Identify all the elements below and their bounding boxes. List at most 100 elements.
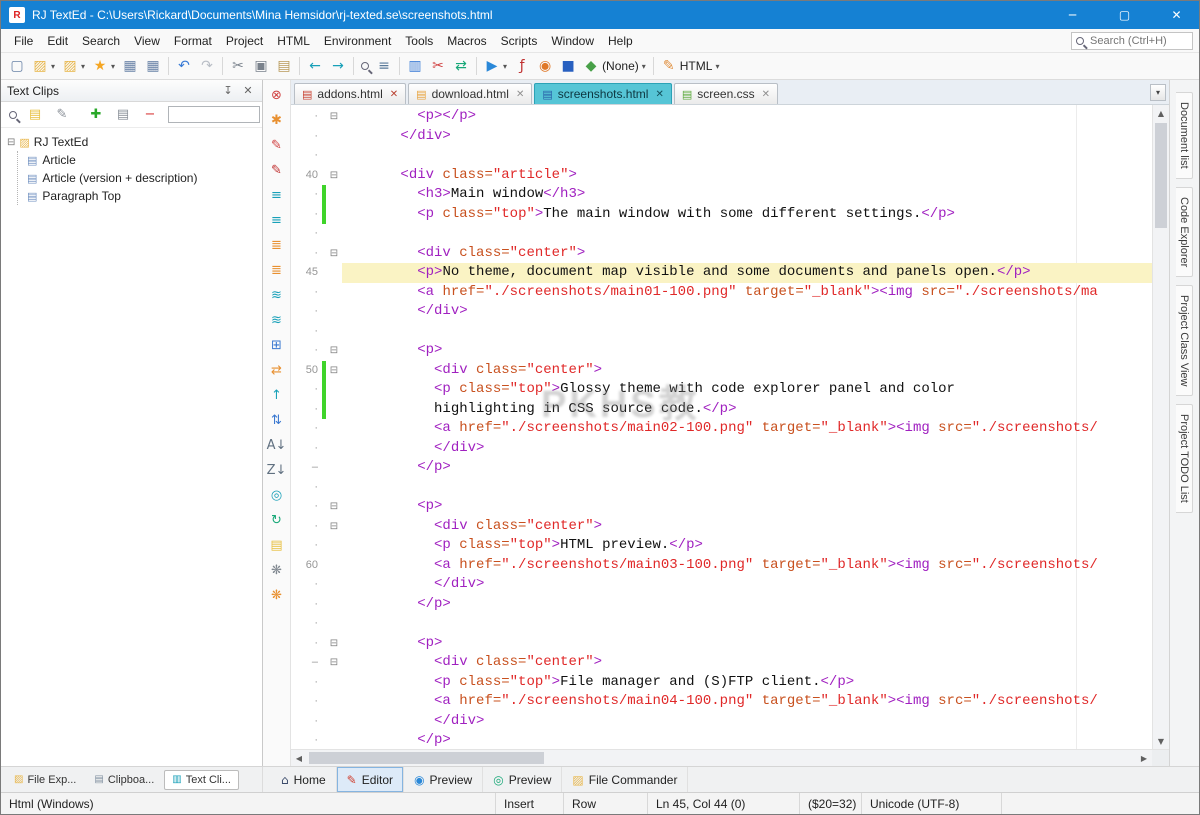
editor-line[interactable]: ·⊟ <p> bbox=[291, 341, 1152, 361]
editor-line[interactable]: –⊟ <div class="center"> bbox=[291, 653, 1152, 673]
menu-format[interactable]: Format bbox=[167, 31, 219, 51]
scroll-left-icon[interactable]: ◀ bbox=[291, 750, 307, 766]
navigate-forward-button[interactable]: → bbox=[327, 55, 349, 77]
vertical-scrollbar[interactable]: ▲ ▼ bbox=[1152, 105, 1169, 749]
edit-clip-text-button[interactable]: ▤ bbox=[111, 104, 135, 126]
menu-search[interactable]: Search bbox=[75, 31, 127, 51]
tab-addons.html[interactable]: ▤addons.html✕ bbox=[294, 83, 406, 104]
navigate-back-button[interactable]: ← bbox=[304, 55, 326, 77]
new-file-button[interactable]: ▢ bbox=[6, 55, 28, 77]
tree-item[interactable]: ▤Paragraph Top bbox=[27, 187, 256, 205]
unordered-list-icon[interactable]: ≣ bbox=[267, 260, 287, 280]
cut-button[interactable]: ✂ bbox=[227, 55, 249, 77]
editor-line[interactable]: · <a href="./screenshots/main02-100.png"… bbox=[291, 419, 1152, 439]
menu-environment[interactable]: Environment bbox=[317, 31, 398, 51]
delete-lines-button[interactable]: ✂ bbox=[427, 55, 449, 77]
tab-close-icon[interactable]: ✕ bbox=[762, 89, 770, 100]
pen-icon[interactable]: ✎ bbox=[267, 160, 287, 180]
panel-tab-textcli[interactable]: ▥Text Cli... bbox=[164, 770, 239, 790]
remove-clip-button[interactable]: − bbox=[138, 104, 162, 126]
editor-line[interactable]: 50⊟ <div class="center"> bbox=[291, 361, 1152, 381]
goto-line-button[interactable]: ≡ bbox=[373, 55, 395, 77]
editor-line[interactable]: · </div> bbox=[291, 439, 1152, 459]
swap-icon[interactable]: ⇄ bbox=[267, 360, 287, 380]
editor-line[interactable]: ·⊟ <p> bbox=[291, 497, 1152, 517]
view-home-button[interactable]: ⌂Home bbox=[271, 767, 337, 792]
target-icon[interactable]: ◎ bbox=[267, 485, 287, 505]
move-up-icon[interactable]: ↑ bbox=[267, 385, 287, 405]
right-tab-document-list[interactable]: Document list bbox=[1176, 92, 1193, 179]
editor-line[interactable]: 40⊟ <div class="article"> bbox=[291, 166, 1152, 186]
close-button[interactable]: ✕ bbox=[1154, 1, 1199, 29]
fold-icon[interactable]: ⊟ bbox=[326, 634, 342, 654]
panel-close-icon[interactable]: ✕ bbox=[240, 84, 256, 97]
save-button[interactable]: ▦ bbox=[119, 55, 141, 77]
tab-screenshots.html[interactable]: ▤screenshots.html✕ bbox=[534, 83, 672, 104]
ordered-list-icon[interactable]: ≣ bbox=[267, 235, 287, 255]
panel-tab-fileexp[interactable]: ▨File Exp... bbox=[6, 770, 84, 790]
scroll-right-icon[interactable]: ▶ bbox=[1136, 750, 1152, 766]
horizontal-scrollbar[interactable]: ◀ ▶ bbox=[291, 749, 1169, 766]
vscroll-thumb[interactable] bbox=[1155, 123, 1167, 228]
editor-line[interactable]: · </div> bbox=[291, 302, 1152, 322]
tab-download.html[interactable]: ▤download.html✕ bbox=[408, 83, 532, 104]
search-button[interactable] bbox=[358, 55, 372, 77]
align-center-icon[interactable]: ≡ bbox=[267, 210, 287, 230]
wrap-off-icon[interactable]: ≋ bbox=[267, 310, 287, 330]
open-remote-button[interactable]: ▨▾ bbox=[59, 55, 88, 77]
editor-line[interactable]: ·⊟ <p></p> bbox=[291, 107, 1152, 127]
tree-item[interactable]: ▤Article bbox=[27, 151, 256, 169]
tree-item[interactable]: ▤Article (version + description) bbox=[27, 169, 256, 187]
hscroll-track[interactable] bbox=[307, 750, 1136, 766]
editor-line[interactable]: · bbox=[291, 614, 1152, 634]
highlight-icon[interactable]: ✎ bbox=[267, 135, 287, 155]
run-button[interactable]: ▶▾ bbox=[481, 55, 510, 77]
template-icon[interactable]: ▤ bbox=[267, 535, 287, 555]
view-preview-button[interactable]: ◉Preview bbox=[404, 767, 483, 792]
menu-file[interactable]: File bbox=[7, 31, 40, 51]
editor-line[interactable]: 60 <a href="./screenshots/main03-100.png… bbox=[291, 556, 1152, 576]
fold-icon[interactable]: ⊟ bbox=[326, 107, 342, 127]
open-file-button[interactable]: ▨▾ bbox=[29, 55, 58, 77]
editor-line[interactable]: ·⊟ <div class="center"> bbox=[291, 517, 1152, 537]
right-tab-code-explorer[interactable]: Code Explorer bbox=[1176, 187, 1193, 277]
tab-screen.css[interactable]: ▤screen.css✕ bbox=[674, 83, 778, 104]
menu-view[interactable]: View bbox=[127, 31, 167, 51]
insert-block-icon[interactable]: ⊞ bbox=[267, 335, 287, 355]
fold-icon[interactable]: ⊟ bbox=[326, 244, 342, 264]
save-all-button[interactable]: ▦ bbox=[142, 55, 164, 77]
view-editor-button[interactable]: ✎Editor bbox=[337, 767, 404, 792]
clip-file-button[interactable]: ▤ bbox=[23, 104, 47, 126]
editor-line[interactable]: · bbox=[291, 478, 1152, 498]
scroll-up-icon[interactable]: ▲ bbox=[1153, 105, 1169, 121]
fold-icon[interactable]: ⊟ bbox=[326, 166, 342, 186]
settings-icon[interactable]: ❋ bbox=[267, 560, 287, 580]
tab-close-icon[interactable]: ✕ bbox=[516, 89, 524, 100]
color-format-icon[interactable]: ✱ bbox=[267, 110, 287, 130]
editor-line[interactable]: · </p> bbox=[291, 595, 1152, 615]
edit-clip-button[interactable]: ✎ bbox=[50, 104, 74, 126]
menu-html[interactable]: HTML bbox=[270, 31, 317, 51]
menu-search-input[interactable] bbox=[1088, 34, 1188, 48]
status-segment-0[interactable]: Html (Windows) bbox=[1, 793, 496, 814]
editor-line[interactable]: · bbox=[291, 322, 1152, 342]
editor-line[interactable]: · </div> bbox=[291, 712, 1152, 732]
hscroll-thumb[interactable] bbox=[309, 752, 544, 764]
refresh-icon[interactable]: ↻ bbox=[267, 510, 287, 530]
undo-button[interactable]: ↶ bbox=[173, 55, 195, 77]
minimize-button[interactable]: ─ bbox=[1050, 1, 1095, 29]
vscroll-track[interactable] bbox=[1153, 121, 1169, 733]
sort-icon[interactable]: ⇅ bbox=[267, 410, 287, 430]
menu-macros[interactable]: Macros bbox=[440, 31, 493, 51]
menu-help[interactable]: Help bbox=[601, 31, 640, 51]
fold-icon[interactable]: ⊟ bbox=[326, 497, 342, 517]
fold-icon[interactable]: ⊟ bbox=[326, 361, 342, 381]
editor-line[interactable]: ·⊟ <div class="center"> bbox=[291, 244, 1152, 264]
macro-stop-button[interactable]: ■ bbox=[557, 55, 579, 77]
find-clip-button[interactable] bbox=[6, 104, 20, 126]
tab-list-dropdown[interactable]: ▾ bbox=[1150, 84, 1166, 101]
view-file-commander-button[interactable]: ▨File Commander bbox=[562, 767, 688, 792]
menu-edit[interactable]: Edit bbox=[40, 31, 75, 51]
editor-line[interactable]: · <p class="top">The main window with so… bbox=[291, 205, 1152, 225]
editor-line[interactable]: · <p class="top">File manager and (S)FTP… bbox=[291, 673, 1152, 693]
